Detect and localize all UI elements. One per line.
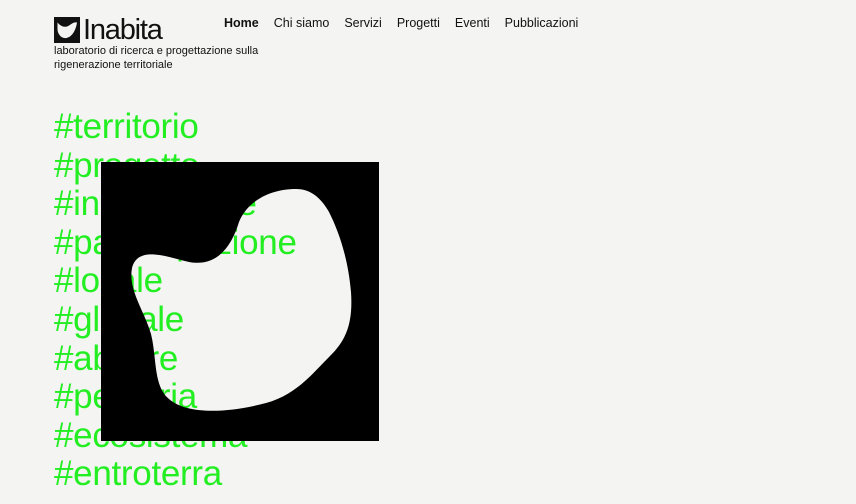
nav-item-home[interactable]: Home <box>224 16 259 31</box>
nav-item-pubblicazioni[interactable]: Pubblicazioni <box>505 16 579 31</box>
blob-cutout-artwork <box>101 162 379 441</box>
nav-item-eventi[interactable]: Eventi <box>455 16 490 31</box>
tag-item: #territorio <box>54 107 199 146</box>
bird-logo-icon <box>54 17 80 43</box>
tag-item: #entroterra <box>54 454 222 494</box>
nav-item-progetti[interactable]: Progetti <box>397 16 440 31</box>
brand-name: Inabita <box>83 14 163 46</box>
nav-item-chi-siamo[interactable]: Chi siamo <box>274 16 330 31</box>
nav-item-servizi[interactable]: Servizi <box>344 16 382 31</box>
brand-logo[interactable]: Inabita <box>54 14 163 46</box>
brand-tagline: laboratorio di ricerca e progettazione s… <box>54 45 259 71</box>
main-nav: Home Chi siamo Servizi Progetti Eventi P… <box>224 16 578 31</box>
